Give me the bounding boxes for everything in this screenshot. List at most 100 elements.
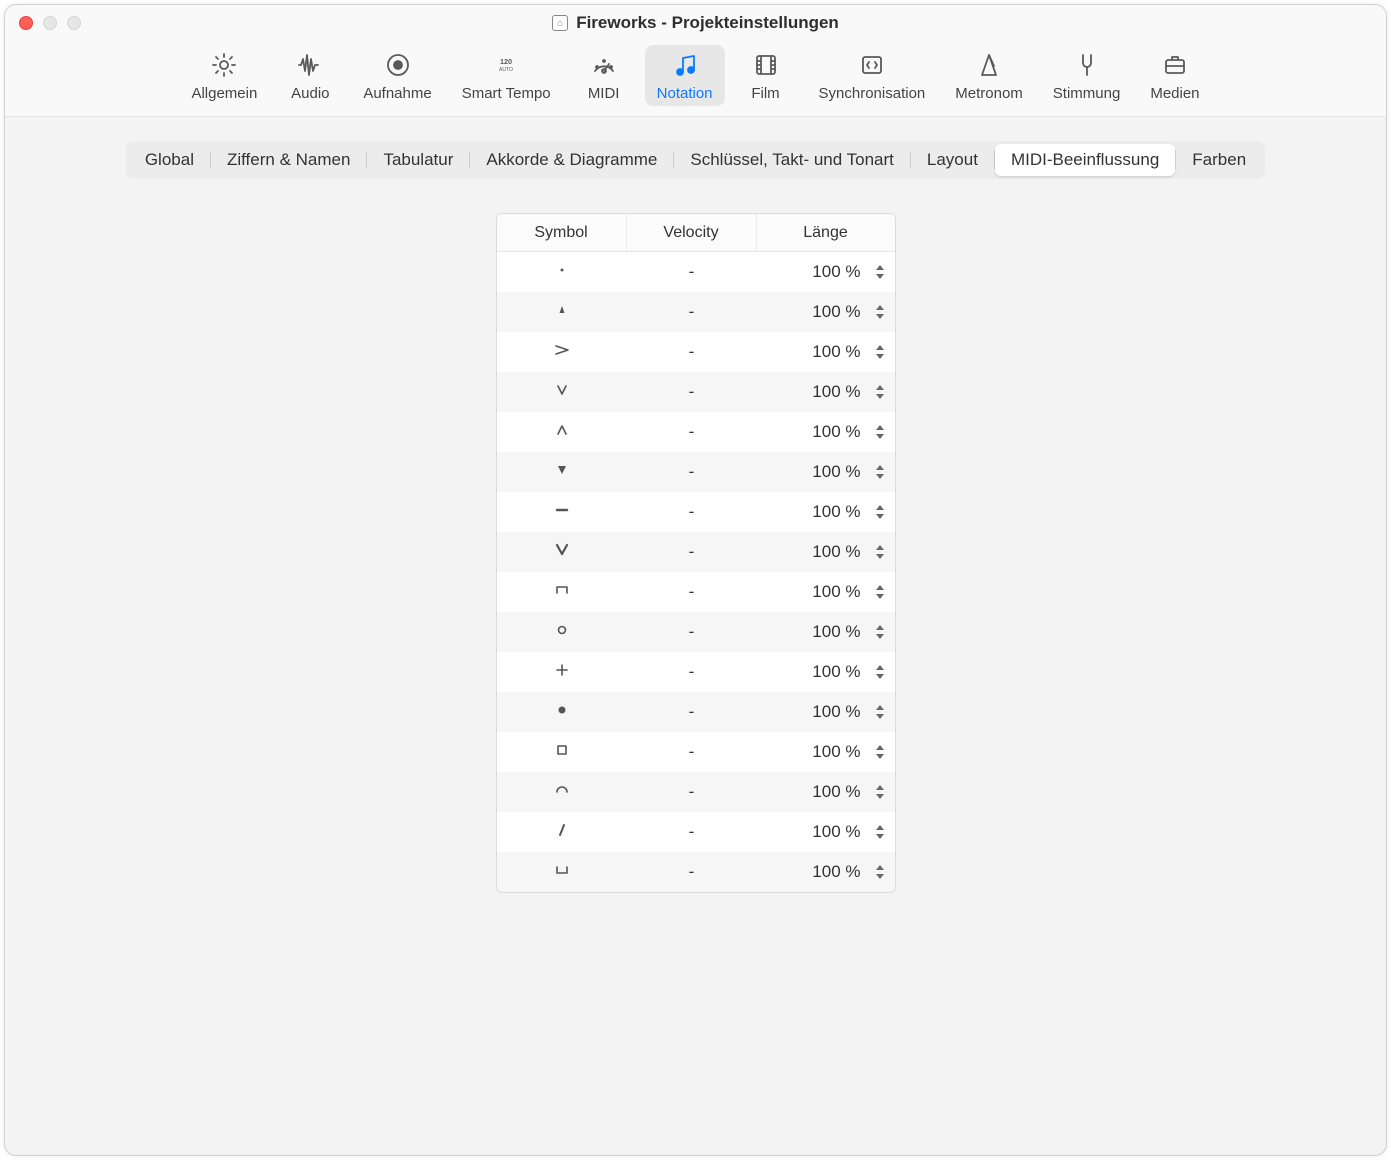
length-stepper[interactable] (875, 584, 885, 600)
length-value[interactable]: 100 % (812, 342, 860, 362)
symbol-cell (497, 421, 627, 444)
length-value[interactable]: 100 % (812, 702, 860, 722)
subtab-farben[interactable]: Farben (1176, 144, 1262, 176)
toolbar-item-general[interactable]: Allgemein (179, 45, 269, 106)
subtab-midibeein[interactable]: MIDI-Beeinflussung (995, 144, 1175, 176)
length-value[interactable]: 100 % (812, 582, 860, 602)
velocity-cell[interactable]: - (627, 502, 757, 522)
velocity-cell[interactable]: - (627, 862, 757, 882)
film-icon (752, 51, 780, 79)
velocity-cell[interactable]: - (627, 462, 757, 482)
velocity-cell[interactable]: - (627, 262, 757, 282)
length-value[interactable]: 100 % (812, 622, 860, 642)
symbol-cell (497, 541, 627, 564)
subtab-schluessel[interactable]: Schlüssel, Takt- und Tonart (674, 144, 910, 176)
col-header-symbol[interactable]: Symbol (497, 214, 627, 251)
toolbar-item-assets[interactable]: Medien (1138, 45, 1211, 106)
midi-influence-table: Symbol Velocity Länge - 100 % - 100 % - 100 %… (496, 213, 896, 893)
length-value[interactable]: 100 % (812, 862, 860, 882)
v-up-icon (553, 421, 571, 444)
velocity-cell[interactable]: - (627, 382, 757, 402)
length-stepper[interactable] (875, 824, 885, 840)
toolbar-label: Smart Tempo (462, 85, 551, 102)
length-stepper[interactable] (875, 424, 885, 440)
table-row: - 100 % (497, 812, 895, 852)
subtab-akkorde[interactable]: Akkorde & Diagramme (470, 144, 673, 176)
toolbar-item-metronome[interactable]: Metronom (943, 45, 1035, 106)
toolbar-label: Allgemein (191, 85, 257, 102)
content-area: Symbol Velocity Länge - 100 % - 100 % - 100 %… (5, 195, 1386, 893)
toolbar-item-smarttempo[interactable]: 120AUTOSmart Tempo (450, 45, 563, 106)
settings-window: ⌂ Fireworks - Projekteinstellungen Allge… (4, 4, 1387, 1156)
length-stepper[interactable] (875, 504, 885, 520)
length-cell: 100 % (757, 422, 895, 442)
toolbar-item-audio[interactable]: Audio (275, 45, 345, 106)
table-row: - 100 % (497, 652, 895, 692)
toolbar-label: Film (751, 85, 779, 102)
toolbar-label: Metronom (955, 85, 1023, 102)
length-stepper[interactable] (875, 544, 885, 560)
length-stepper[interactable] (875, 344, 885, 360)
toolbar-item-sync[interactable]: Synchronisation (807, 45, 938, 106)
col-header-length[interactable]: Länge (757, 214, 895, 251)
velocity-cell[interactable]: - (627, 662, 757, 682)
close-window-button[interactable] (19, 16, 33, 30)
symbol-cell (497, 621, 627, 644)
app-document-icon: ⌂ (552, 15, 568, 31)
velocity-cell[interactable]: - (627, 542, 757, 562)
velocity-cell[interactable]: - (627, 822, 757, 842)
length-stepper[interactable] (875, 664, 885, 680)
length-stepper[interactable] (875, 624, 885, 640)
toolbar-item-tuning[interactable]: Stimmung (1041, 45, 1133, 106)
velocity-cell[interactable]: - (627, 702, 757, 722)
velocity-cell[interactable]: - (627, 582, 757, 602)
toolbar-label: MIDI (588, 85, 620, 102)
length-stepper[interactable] (875, 384, 885, 400)
length-cell: 100 % (757, 622, 895, 642)
subtab-global[interactable]: Global (129, 144, 210, 176)
length-stepper[interactable] (875, 744, 885, 760)
length-value[interactable]: 100 % (812, 542, 860, 562)
gauge-icon (590, 51, 618, 79)
svg-text:120: 120 (500, 57, 512, 66)
length-stepper[interactable] (875, 464, 885, 480)
length-value[interactable]: 100 % (812, 382, 860, 402)
subtab-tabulatur[interactable]: Tabulatur (367, 144, 469, 176)
length-value[interactable]: 100 % (812, 422, 860, 442)
length-stepper[interactable] (875, 784, 885, 800)
toolbar-label: Stimmung (1053, 85, 1121, 102)
velocity-cell[interactable]: - (627, 742, 757, 762)
toolbar-item-film[interactable]: Film (731, 45, 801, 106)
length-value[interactable]: 100 % (812, 262, 860, 282)
velocity-cell[interactable]: - (627, 342, 757, 362)
length-stepper[interactable] (875, 704, 885, 720)
length-stepper[interactable] (875, 264, 885, 280)
table-row: - 100 % (497, 452, 895, 492)
length-value[interactable]: 100 % (812, 302, 860, 322)
length-value[interactable]: 100 % (812, 742, 860, 762)
length-value[interactable]: 100 % (812, 822, 860, 842)
length-value[interactable]: 100 % (812, 462, 860, 482)
toolbar-item-recording[interactable]: Aufnahme (351, 45, 443, 106)
velocity-cell[interactable]: - (627, 622, 757, 642)
symbol-cell (497, 661, 627, 684)
symbol-cell (497, 381, 627, 404)
toolbar-item-midi[interactable]: MIDI (569, 45, 639, 106)
minimize-window-button[interactable] (43, 16, 57, 30)
symbol-cell (497, 301, 627, 324)
length-stepper[interactable] (875, 304, 885, 320)
toolbar-item-notation[interactable]: Notation (645, 45, 725, 106)
subtab-ziffern[interactable]: Ziffern & Namen (211, 144, 366, 176)
length-value[interactable]: 100 % (812, 502, 860, 522)
velocity-cell[interactable]: - (627, 302, 757, 322)
col-header-velocity[interactable]: Velocity (627, 214, 757, 251)
zoom-window-button[interactable] (67, 16, 81, 30)
table-body: - 100 % - 100 % - 100 % - 100 % - 100 % - 100 % - 100… (497, 252, 895, 892)
subtab-layout[interactable]: Layout (911, 144, 994, 176)
length-value[interactable]: 100 % (812, 662, 860, 682)
velocity-cell[interactable]: - (627, 782, 757, 802)
length-value[interactable]: 100 % (812, 782, 860, 802)
velocity-cell[interactable]: - (627, 422, 757, 442)
table-row: - 100 % (497, 372, 895, 412)
length-stepper[interactable] (875, 864, 885, 880)
